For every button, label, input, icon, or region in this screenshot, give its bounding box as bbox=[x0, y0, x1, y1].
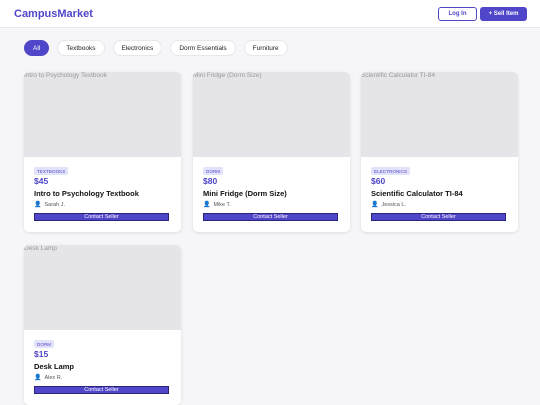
listing-title: Desk Lamp bbox=[34, 362, 75, 371]
category-badge: TEXTBOOKS bbox=[34, 167, 69, 175]
image-alt-text: Desk Lamp bbox=[24, 245, 57, 252]
person-icon: 👤 bbox=[203, 202, 211, 208]
seller-info: 👤 Mike T. bbox=[203, 201, 231, 209]
login-button[interactable]: Log In bbox=[438, 7, 477, 21]
listing-title: Scientific Calculator TI-84 bbox=[371, 189, 463, 198]
listing-card[interactable]: Mini Fridge (Dorm Size) DORM $80 Mini Fr… bbox=[193, 72, 350, 232]
category-filters: All Textbooks Electronics Dorm Essential… bbox=[24, 40, 288, 56]
image-alt-text: Scientific Calculator TI-84 bbox=[361, 72, 435, 79]
person-icon: 👤 bbox=[34, 202, 42, 208]
listing-image[interactable]: Desk Lamp bbox=[24, 245, 181, 330]
image-alt-text: Mini Fridge (Dorm Size) bbox=[193, 72, 262, 79]
category-badge: ELECTRONICS bbox=[371, 167, 411, 175]
seller-info: 👤 Alex R. bbox=[34, 374, 63, 382]
listing-price: $45 bbox=[34, 176, 49, 186]
contact-seller-button[interactable]: Contact Seller bbox=[34, 386, 169, 394]
filter-electronics[interactable]: Electronics bbox=[112, 40, 163, 56]
listing-card[interactable]: Intro to Psychology Textbook TEXTBOOKS $… bbox=[24, 72, 181, 232]
contact-seller-button[interactable]: Contact Seller bbox=[203, 213, 338, 221]
listing-image[interactable]: Scientific Calculator TI-84 bbox=[361, 72, 518, 157]
listing-title: Mini Fridge (Dorm Size) bbox=[203, 189, 287, 198]
listing-price: $15 bbox=[34, 349, 49, 359]
contact-seller-button[interactable]: Contact Seller bbox=[371, 213, 506, 221]
brand-logo[interactable]: CampusMarket bbox=[14, 8, 93, 20]
seller-info: 👤 Sarah J. bbox=[34, 201, 65, 209]
person-icon: 👤 bbox=[34, 375, 42, 381]
listing-image[interactable]: Intro to Psychology Textbook bbox=[24, 72, 181, 157]
seller-name: Mike T. bbox=[213, 201, 231, 208]
filter-textbooks[interactable]: Textbooks bbox=[57, 40, 105, 56]
top-header: CampusMarket Log In + Sell Item bbox=[0, 0, 540, 28]
seller-name: Sarah J. bbox=[44, 201, 65, 208]
image-alt-text: Intro to Psychology Textbook bbox=[24, 72, 107, 79]
filter-dorm-essentials[interactable]: Dorm Essentials bbox=[170, 40, 236, 56]
listing-title: Intro to Psychology Textbook bbox=[34, 189, 139, 198]
filter-furniture[interactable]: Furniture bbox=[243, 40, 288, 56]
seller-name: Alex R. bbox=[44, 374, 63, 381]
category-badge: DORM bbox=[34, 340, 55, 348]
listing-price: $80 bbox=[203, 176, 218, 186]
seller-name: Jessica L. bbox=[381, 201, 406, 208]
category-badge: DORM bbox=[203, 167, 224, 175]
listing-price: $60 bbox=[371, 176, 386, 186]
filter-all[interactable]: All bbox=[24, 40, 50, 56]
person-icon: 👤 bbox=[371, 202, 379, 208]
sell-item-button[interactable]: + Sell Item bbox=[480, 7, 527, 21]
contact-seller-button[interactable]: Contact Seller bbox=[34, 213, 169, 221]
seller-info: 👤 Jessica L. bbox=[371, 201, 406, 209]
listing-image[interactable]: Mini Fridge (Dorm Size) bbox=[193, 72, 350, 157]
listing-card[interactable]: Desk Lamp DORM $15 Desk Lamp 👤 Alex R. C… bbox=[24, 245, 181, 405]
listing-card[interactable]: Scientific Calculator TI-84 ELECTRONICS … bbox=[361, 72, 518, 232]
